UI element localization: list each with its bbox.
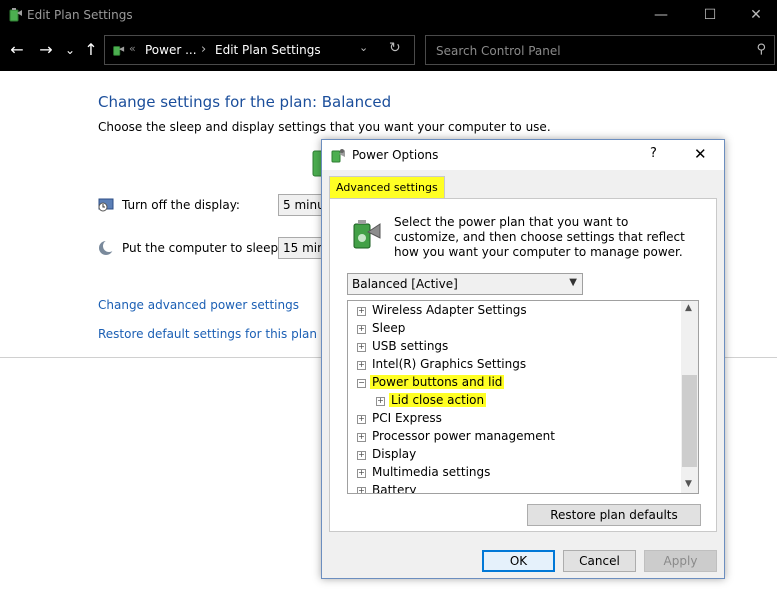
- maximize-button[interactable]: ☐: [687, 0, 733, 30]
- breadcrumb-power-options[interactable]: Power ...: [145, 43, 197, 57]
- tree-item-label: Lid close action: [389, 393, 487, 407]
- tree-item[interactable]: + Display: [348, 446, 678, 464]
- cancel-button[interactable]: Cancel: [563, 550, 636, 572]
- back-button[interactable]: ←: [7, 40, 27, 60]
- collapse-icon[interactable]: −: [357, 379, 366, 388]
- tree-item[interactable]: + Sleep: [348, 320, 678, 338]
- expand-icon[interactable]: +: [376, 397, 385, 406]
- restore-default-settings-link[interactable]: Restore default settings for this plan: [98, 327, 317, 341]
- tree-item[interactable]: + USB settings: [348, 338, 678, 356]
- restore-plan-defaults-button[interactable]: Restore plan defaults: [527, 504, 701, 526]
- breadcrumb-overflow-icon[interactable]: «: [129, 42, 136, 55]
- dialog-title-bar: Power Options ? ✕: [322, 140, 724, 170]
- power-options-dialog: Power Options ? ✕ Advanced settings Sele…: [321, 139, 725, 579]
- power-plan-select[interactable]: Balanced [Active] ▼: [347, 273, 583, 295]
- settings-tree[interactable]: + Wireless Adapter Settings + Sleep + USB set…: [347, 300, 699, 494]
- control-panel-icon: [113, 46, 125, 56]
- tree-item[interactable]: + Multimedia settings: [348, 464, 678, 482]
- scroll-thumb[interactable]: [682, 375, 697, 467]
- search-box[interactable]: ⚲: [425, 35, 775, 66]
- expand-icon[interactable]: +: [357, 307, 366, 316]
- change-advanced-power-settings-link[interactable]: Change advanced power settings: [98, 298, 299, 312]
- plan-description: Select the power plan that you want to c…: [394, 215, 685, 259]
- tree-item[interactable]: + Wireless Adapter Settings: [348, 302, 678, 320]
- chevron-down-icon: ▼: [569, 277, 577, 288]
- tree-item-label: USB settings: [372, 339, 449, 353]
- scroll-up-icon[interactable]: ▲: [685, 303, 692, 313]
- tree-item[interactable]: + Intel(R) Graphics Settings: [348, 356, 678, 374]
- expand-icon[interactable]: +: [357, 415, 366, 424]
- power-plan-icon: [353, 220, 381, 249]
- divider: [0, 357, 322, 358]
- tree-item[interactable]: + PCI Express: [348, 410, 678, 428]
- tree-item-label: Wireless Adapter Settings: [372, 303, 527, 317]
- ok-button[interactable]: OK: [482, 550, 555, 572]
- navigation-bar: ← → ⌄ ↑ « Power ... › Edit Plan Settings…: [0, 30, 777, 71]
- tree-item-label: Power buttons and lid: [370, 375, 505, 389]
- breadcrumb-separator-icon: ›: [201, 42, 207, 57]
- search-input[interactable]: [434, 36, 738, 66]
- power-options-icon: [9, 8, 22, 22]
- tree-item-label: Intel(R) Graphics Settings: [372, 357, 527, 371]
- help-button[interactable]: ?: [650, 146, 657, 161]
- advanced-settings-panel: Select the power plan that you want to c…: [329, 198, 717, 532]
- page-title: Change settings for the plan: Balanced: [98, 93, 392, 111]
- tree-item-label: Battery: [372, 483, 417, 494]
- expand-icon[interactable]: +: [357, 325, 366, 334]
- power-options-icon: [331, 149, 345, 163]
- dialog-title: Power Options: [352, 148, 439, 162]
- tree-item-label: Sleep: [372, 321, 406, 335]
- divider: [724, 357, 777, 358]
- forward-button[interactable]: →: [36, 40, 56, 60]
- expand-icon[interactable]: +: [357, 451, 366, 460]
- close-button[interactable]: ✕: [733, 0, 777, 30]
- window-title: Edit Plan Settings: [27, 8, 133, 22]
- expand-icon[interactable]: +: [357, 433, 366, 442]
- dialog-close-button[interactable]: ✕: [694, 145, 707, 163]
- address-bar[interactable]: « Power ... › Edit Plan Settings ⌄ ↻: [104, 35, 415, 65]
- address-dropdown-icon[interactable]: ⌄: [359, 41, 368, 54]
- tree-item[interactable]: − Power buttons and lid: [348, 374, 678, 392]
- expand-icon[interactable]: +: [357, 469, 366, 478]
- display-setting-label: Turn off the display:: [122, 198, 240, 212]
- up-button[interactable]: ↑: [81, 40, 101, 60]
- tree-item[interactable]: + Lid close action: [348, 392, 678, 410]
- breadcrumb-edit-plan-settings[interactable]: Edit Plan Settings: [215, 43, 321, 57]
- expand-icon[interactable]: +: [357, 487, 366, 493]
- tree-scrollbar[interactable]: ▲ ▼: [681, 301, 698, 493]
- refresh-icon[interactable]: ↻: [389, 40, 401, 56]
- tree-item-label: PCI Express: [372, 411, 442, 425]
- search-icon[interactable]: ⚲: [756, 42, 766, 57]
- tree-item-label: Multimedia settings: [372, 465, 491, 479]
- recent-locations-dropdown[interactable]: ⌄: [60, 40, 80, 60]
- tree-item-label: Display: [372, 447, 417, 461]
- apply-button[interactable]: Apply: [644, 550, 717, 572]
- minimize-button[interactable]: —: [638, 0, 684, 30]
- tree-item-label: Processor power management: [372, 429, 555, 443]
- tree-item[interactable]: + Processor power management: [348, 428, 678, 446]
- power-plan-select-value: Balanced [Active]: [352, 277, 458, 291]
- title-bar: Edit Plan Settings — ☐ ✕: [0, 0, 777, 30]
- scroll-down-icon[interactable]: ▼: [685, 479, 692, 489]
- sleep-setting-label: Put the computer to sleep:: [122, 241, 283, 255]
- expand-icon[interactable]: +: [357, 361, 366, 370]
- monitor-clock-icon: [98, 198, 114, 212]
- moon-icon: [99, 240, 114, 255]
- tab-advanced-settings[interactable]: Advanced settings: [329, 176, 445, 199]
- tree-item[interactable]: + Battery: [348, 482, 678, 494]
- expand-icon[interactable]: +: [357, 343, 366, 352]
- page-subtitle: Choose the sleep and display settings th…: [98, 120, 551, 134]
